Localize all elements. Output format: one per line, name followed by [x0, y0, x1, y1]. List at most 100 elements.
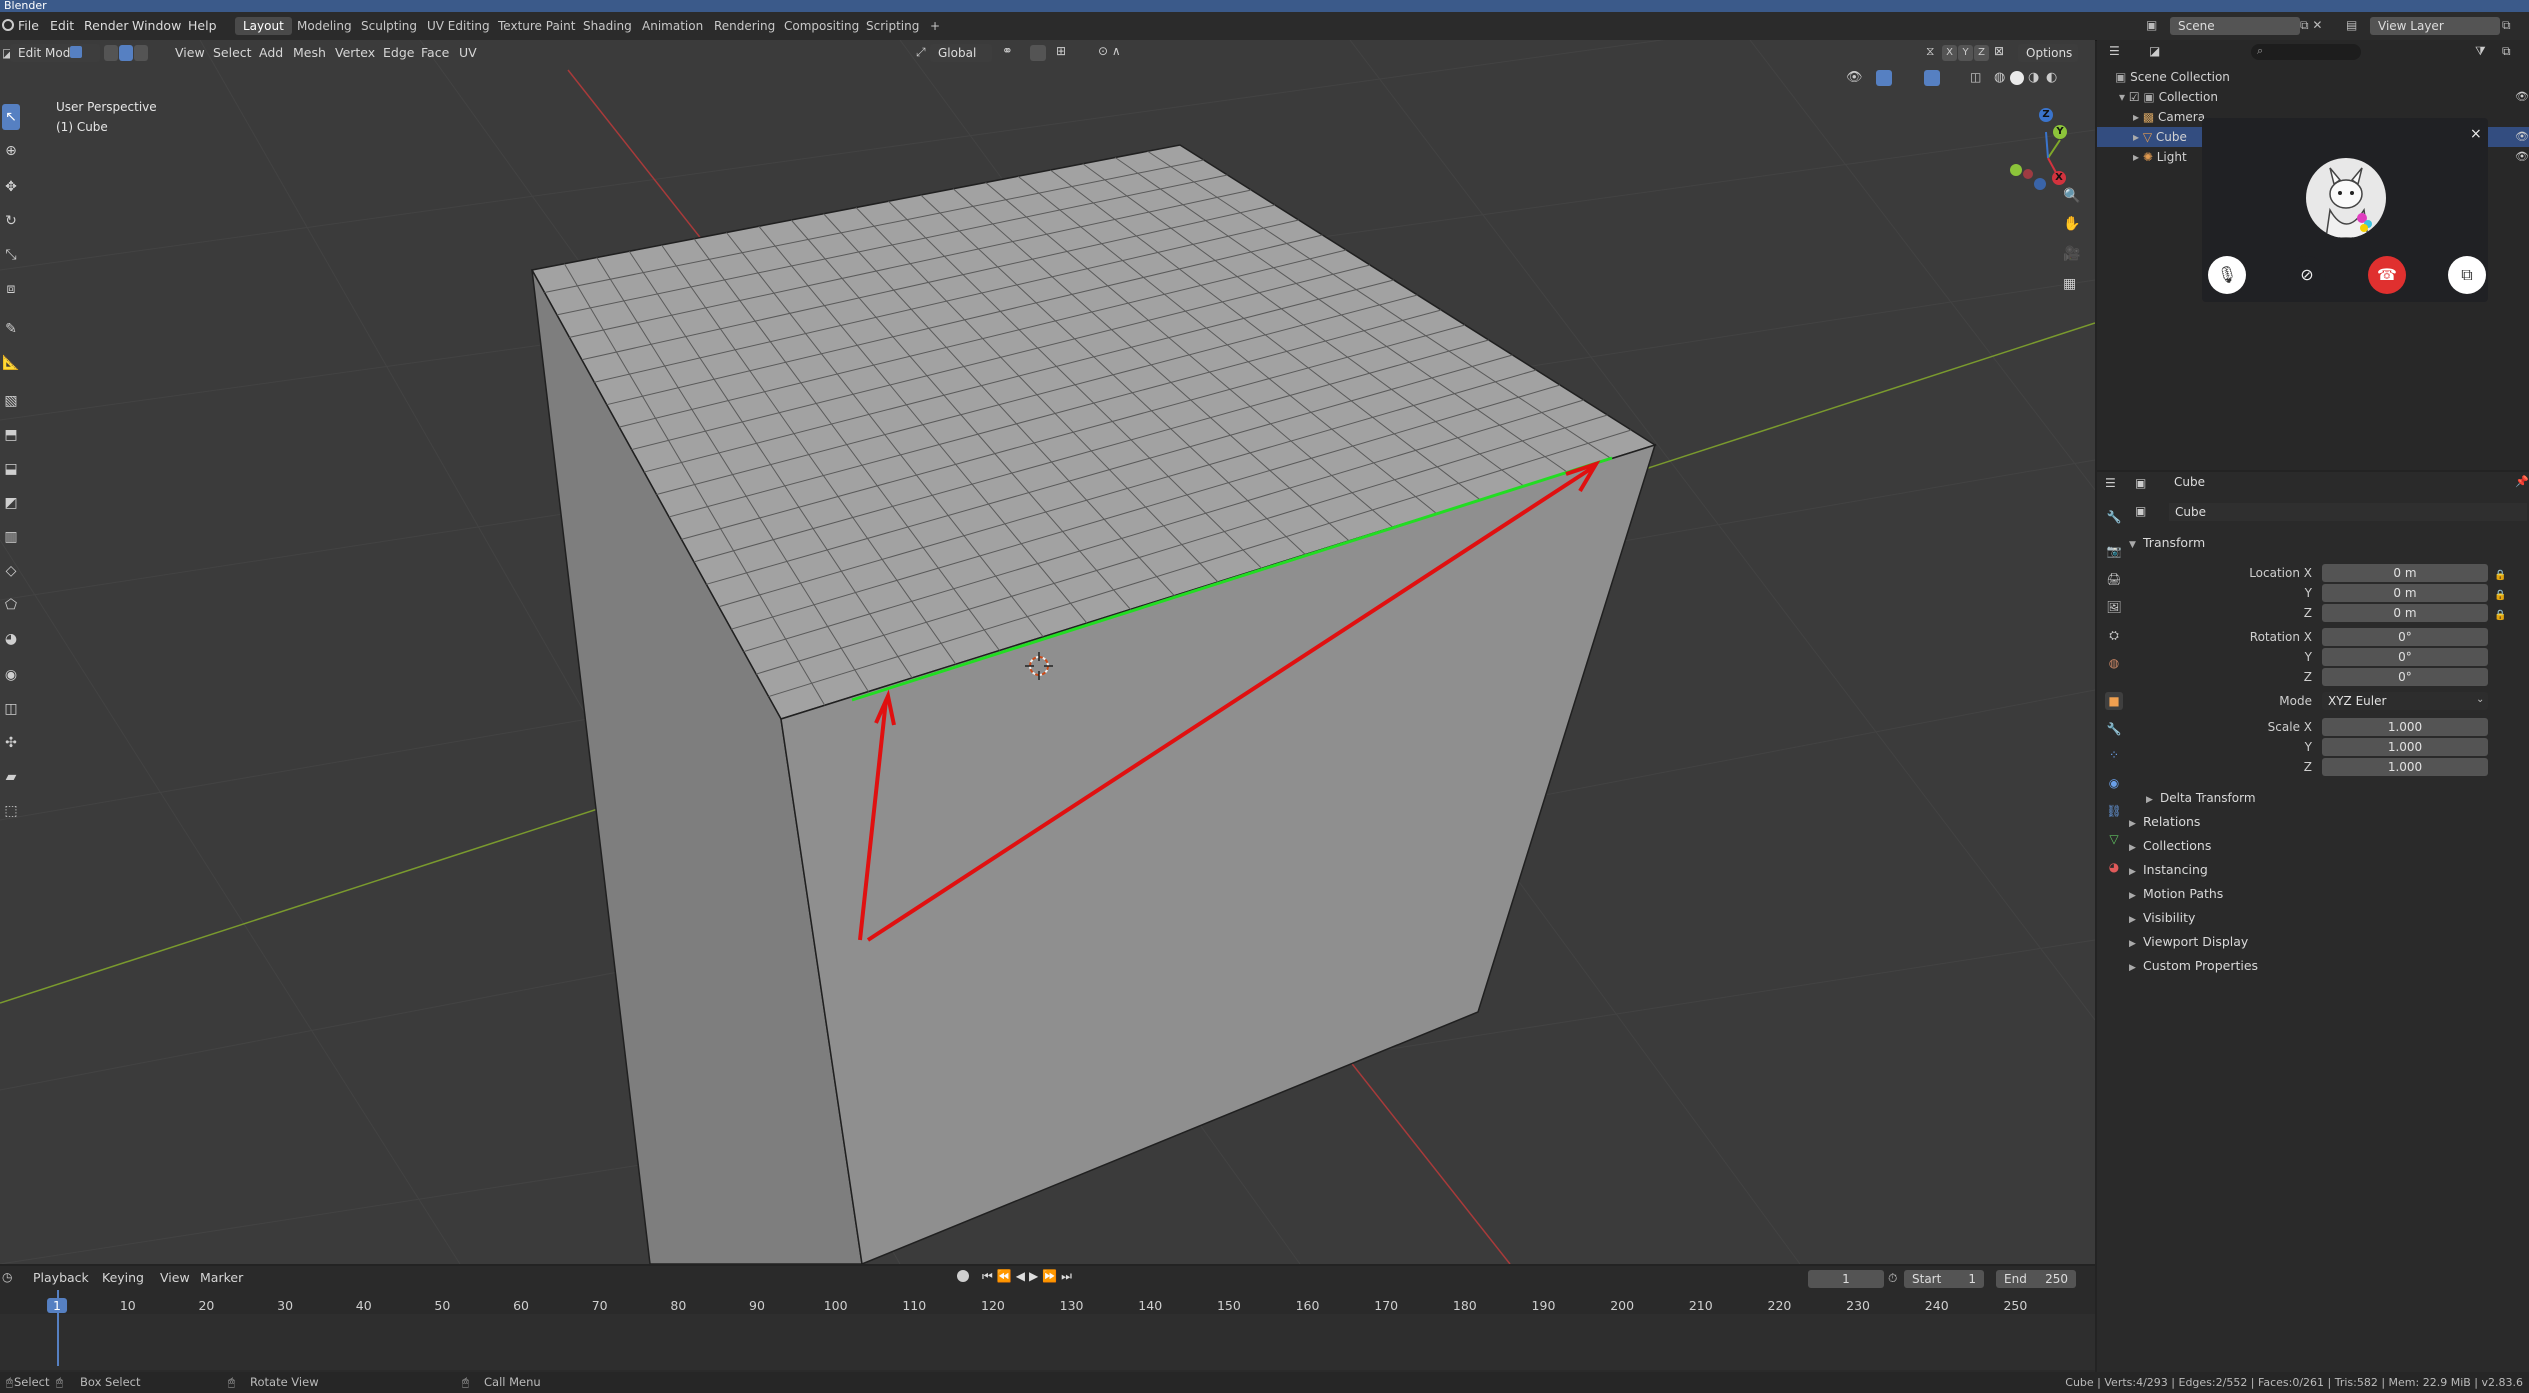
visibility-panel[interactable]: ▶ Visibility — [2129, 907, 2195, 929]
timeline-tick-label[interactable]: 150 — [1217, 1298, 1241, 1313]
tab-texture-paint[interactable]: Texture Paint — [490, 17, 583, 35]
current-frame-field[interactable]: 1 — [1808, 1270, 1884, 1288]
zoom-icon[interactable]: 🔍 — [2063, 188, 2080, 204]
timeline-editor-icon[interactable]: ◷ — [2, 1270, 12, 1284]
timeline-tick-label[interactable]: 170 — [1374, 1298, 1398, 1313]
pivot-icon[interactable]: ⚭ — [1002, 44, 1013, 59]
gizmo-y-label[interactable]: Y — [2053, 125, 2067, 139]
mirror-x-toggle[interactable]: X — [1942, 45, 1957, 61]
inset-tool-icon[interactable]: ⬓ — [2, 456, 20, 482]
tab-uv-editing[interactable]: UV Editing — [419, 17, 498, 35]
camera-view-icon[interactable]: 🎥 — [2063, 246, 2080, 262]
outliner-editor-icon[interactable]: ☰ — [2109, 44, 2120, 58]
mirror-y-toggle[interactable]: Y — [1958, 45, 1973, 61]
gizmo-z-label[interactable]: Z — [2039, 108, 2053, 122]
add-workspace-button[interactable]: + — [922, 17, 948, 35]
relations-panel[interactable]: ▶ Relations — [2129, 811, 2200, 833]
custom-properties-panel[interactable]: ▶ Custom Properties — [2129, 955, 2258, 977]
visibility-toggle-icon[interactable]: 👁 — [1846, 70, 1863, 85]
mirror-z-toggle[interactable]: Z — [1974, 45, 1989, 61]
timeline-tick-label[interactable]: 40 — [356, 1298, 372, 1313]
rotation-x-field[interactable]: 0° — [2322, 628, 2488, 646]
bevel-tool-icon[interactable]: ◩ — [2, 490, 20, 516]
wireframe-shading-icon[interactable]: ◍ — [1994, 70, 2005, 85]
edge-select-icon[interactable] — [119, 45, 133, 61]
expand-icon[interactable]: ▸ — [2133, 130, 2143, 144]
menu-help[interactable]: Help — [180, 12, 225, 40]
scene-selector[interactable]: Scene — [2170, 17, 2300, 35]
menu-mesh[interactable]: Mesh — [288, 44, 331, 62]
poly-build-tool-icon[interactable]: ⬠ — [2, 592, 20, 618]
video-call-window[interactable]: × 🎙 ⊘ ☎ ⧉ — [2202, 118, 2488, 302]
timeline-tick-label[interactable]: 120 — [981, 1298, 1005, 1313]
snap-icon[interactable] — [1030, 45, 1046, 61]
world-tab-icon[interactable]: ◍ — [2105, 654, 2123, 672]
rotate-tool-icon[interactable]: ↻ — [2, 208, 20, 234]
view-layer-tab-icon[interactable]: 🖼 — [2105, 598, 2123, 616]
proportional-edit-icon[interactable]: ⊙ ∧ — [1098, 44, 1121, 58]
output-tab-icon[interactable]: 🖨 — [2105, 570, 2123, 588]
menu-timeline-view[interactable]: View — [155, 1269, 195, 1287]
timeline-tick-label[interactable]: 90 — [749, 1298, 765, 1313]
scale-x-field[interactable]: 1.000 — [2322, 718, 2488, 736]
menu-playback[interactable]: Playback — [28, 1269, 94, 1287]
vertex-select-icon[interactable] — [104, 45, 118, 61]
view-layer-selector[interactable]: View Layer — [2370, 17, 2500, 35]
annotate-tool-icon[interactable]: ✎ — [2, 316, 20, 342]
tab-compositing[interactable]: Compositing — [776, 17, 867, 35]
playback-controls-icons[interactable]: ⏮⏪◀▶⏩⏭ — [982, 1269, 1076, 1284]
timeline-tick-label[interactable]: 50 — [434, 1298, 450, 1313]
xray-icon[interactable]: ◫ — [1970, 70, 1981, 84]
solid-shading-icon[interactable] — [2010, 71, 2024, 85]
start-frame-field[interactable]: Start 1 — [1904, 1270, 1984, 1288]
ortho-grid-icon[interactable]: ▦ — [2063, 276, 2076, 292]
spin-tool-icon[interactable]: ◕ — [2, 626, 20, 652]
eye-icon[interactable]: 👁 — [2515, 130, 2529, 143]
timeline-tick-label[interactable]: 60 — [513, 1298, 529, 1313]
object-tab-icon[interactable]: ■ — [2105, 692, 2123, 710]
close-icon[interactable]: × — [2470, 126, 2482, 142]
transform-panel-header[interactable]: ▼ Transform — [2129, 532, 2205, 554]
location-z-field[interactable]: 0 m — [2322, 604, 2488, 622]
stopwatch-icon[interactable]: ⏱ — [1888, 1271, 1897, 1286]
object-type-icon[interactable]: ▣ — [2135, 504, 2146, 518]
object-name-field[interactable]: Cube — [2169, 503, 2527, 521]
timeline-tick-label[interactable]: 220 — [1767, 1298, 1791, 1313]
lock-icons[interactable]: 🔒 🔒 🔒 — [2494, 566, 2524, 626]
expand-icon[interactable]: ▸ — [2133, 110, 2143, 124]
rip-tool-icon[interactable]: ⬚ — [2, 798, 20, 824]
select-tool-icon[interactable]: ↖ — [2, 104, 20, 130]
timeline-tick-label[interactable]: 80 — [670, 1298, 686, 1313]
rendered-shading-icon[interactable]: ◐ — [2046, 70, 2057, 85]
tab-rendering[interactable]: Rendering — [706, 17, 783, 35]
end-frame-field[interactable]: End 250 — [1996, 1270, 2076, 1288]
checkbox-icon[interactable]: ☑ — [2129, 90, 2144, 104]
instancing-panel[interactable]: ▶ Instancing — [2129, 859, 2208, 881]
timeline-tick-label[interactable]: 240 — [1925, 1298, 1949, 1313]
hand-pan-icon[interactable]: ✋ — [2063, 216, 2080, 232]
expand-icon[interactable]: ▸ — [2133, 150, 2143, 164]
timeline-tick-label[interactable]: 70 — [592, 1298, 608, 1313]
new-collection-icon[interactable]: ⧉ — [2502, 44, 2511, 59]
timeline-tick-label[interactable]: 200 — [1610, 1298, 1634, 1313]
scale-z-field[interactable]: 1.000 — [2322, 758, 2488, 776]
shear-tool-icon[interactable]: ▰ — [2, 764, 20, 790]
menu-marker[interactable]: Marker — [195, 1269, 248, 1287]
expand-icon[interactable]: ▾ — [2119, 90, 2129, 104]
transform-tool-icon[interactable]: ⧈ — [2, 276, 20, 302]
shrink-fatten-tool-icon[interactable]: ✣ — [2, 730, 20, 756]
timeline-tick-label[interactable]: 30 — [277, 1298, 293, 1313]
scene-tab-icon[interactable]: ⛭ — [2105, 626, 2123, 644]
eye-icon[interactable]: 👁 — [2515, 90, 2529, 103]
tab-layout[interactable]: Layout — [235, 17, 292, 35]
physics-tab-icon[interactable]: ◉ — [2105, 774, 2123, 792]
snap-target-icon[interactable]: ⊞ — [1056, 44, 1066, 58]
collections-panel[interactable]: ▶ Collections — [2129, 835, 2211, 857]
delta-transform-header[interactable]: ▶ Delta Transform — [2146, 787, 2256, 809]
motion-paths-panel[interactable]: ▶ Motion Paths — [2129, 883, 2223, 905]
menu-view[interactable]: View — [170, 44, 210, 62]
gizmo-toggle-icon[interactable] — [1876, 70, 1892, 86]
properties-editor-icon[interactable]: ☰ — [2105, 476, 2116, 490]
timeline-tick-label[interactable]: 110 — [902, 1298, 926, 1313]
tab-shading[interactable]: Shading — [575, 17, 640, 35]
